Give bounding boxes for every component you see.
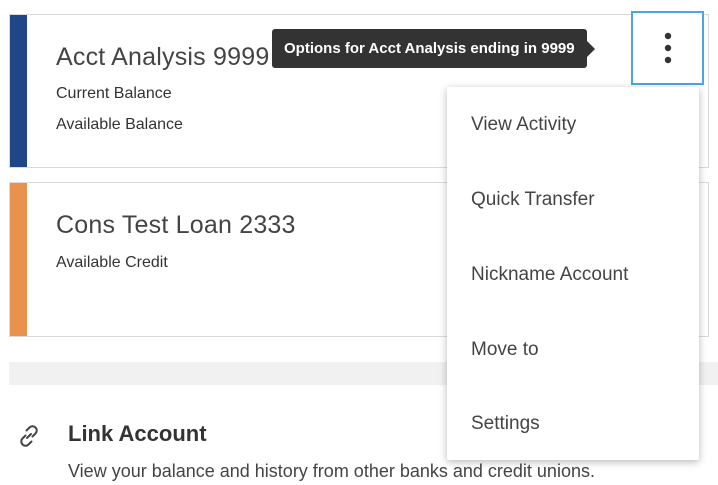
options-tooltip-text: Options for Acct Analysis ending in 9999 <box>284 40 575 57</box>
link-account-description: View your balance and history from other… <box>68 461 595 481</box>
menu-item-nickname-account[interactable]: Nickname Account <box>447 237 699 312</box>
account-color-stripe <box>10 15 27 167</box>
menu-item-view-activity[interactable]: View Activity <box>447 87 699 162</box>
link-account-title[interactable]: Link Account <box>68 421 207 447</box>
account-options-button[interactable] <box>631 11 704 85</box>
current-balance-label: Current Balance <box>56 85 172 102</box>
account-name: Acct Analysis 9999 <box>56 43 270 71</box>
menu-item-quick-transfer[interactable]: Quick Transfer <box>447 162 699 237</box>
options-tooltip: Options for Acct Analysis ending in 9999 <box>272 29 595 68</box>
tooltip-arrow <box>586 40 595 57</box>
menu-item-settings[interactable]: Settings <box>447 386 699 461</box>
menu-item-move-to[interactable]: Move to <box>447 312 699 387</box>
account-color-stripe <box>10 183 27 336</box>
kebab-vertical-icon <box>664 32 671 64</box>
link-icon[interactable] <box>13 420 45 452</box>
account-options-menu: View Activity Quick Transfer Nickname Ac… <box>447 87 699 460</box>
accounts-page: Acct Analysis 9999 Current Balance Avail… <box>0 0 718 485</box>
available-credit-label: Available Credit <box>56 254 168 271</box>
account-name: Cons Test Loan 2333 <box>56 211 296 239</box>
available-balance-label: Available Balance <box>56 116 183 133</box>
